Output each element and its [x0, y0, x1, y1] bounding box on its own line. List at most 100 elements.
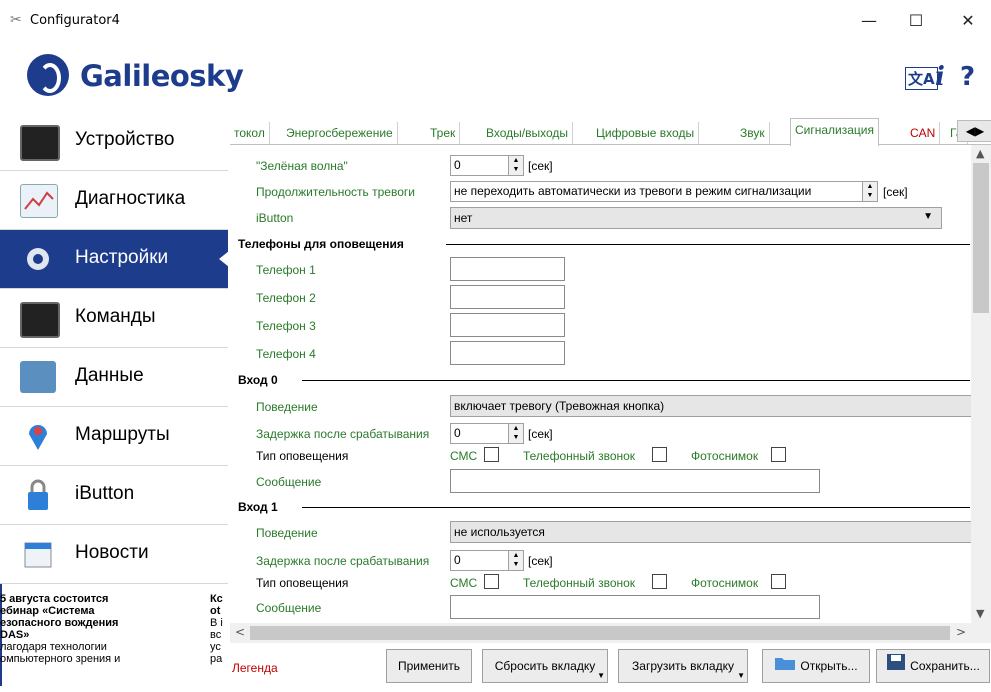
load-tab-button[interactable]: Загрузить вкладку ▼ [618, 649, 748, 683]
tab-protocol[interactable]: токол [230, 122, 270, 144]
tab-power-saving[interactable]: Энергосбережение [282, 122, 398, 144]
sidebar-item-label: Команды [75, 306, 156, 327]
tab-track[interactable]: Трек [426, 122, 461, 144]
window-title: Configurator4 [30, 13, 120, 28]
scroll-left-icon[interactable]: < [235, 625, 245, 639]
input-0-sms-checkbox[interactable] [484, 447, 499, 462]
news-text: вс [210, 629, 222, 641]
news-text: омпьютерного зрения и [0, 653, 121, 665]
app-header: Galileosky 文A i ? [0, 42, 991, 112]
phone-4-label: Телефон 4 [256, 347, 316, 361]
tab-digital-inputs[interactable]: Цифровые входы [592, 122, 700, 144]
sidebar-item-device[interactable]: Устройство [0, 112, 228, 171]
ibutton-label: iButton [256, 211, 294, 225]
tab-can[interactable]: CAN [906, 122, 941, 144]
tab-inputs-outputs[interactable]: Входы/выходы [482, 122, 574, 144]
scroll-thumb[interactable] [250, 626, 950, 640]
sidebar-item-commands[interactable]: Команды [0, 289, 228, 348]
scroll-thumb[interactable] [973, 163, 989, 313]
spinner-arrows-icon[interactable]: ▲ ▼ [862, 182, 877, 201]
save-button-label: Сохранить... [910, 659, 980, 673]
calendar-icon [20, 538, 56, 570]
legend-link[interactable]: Легенда [232, 661, 278, 675]
horizontal-scrollbar[interactable]: < > [230, 623, 971, 643]
select-value: включает тревогу (Тревожная кнопка) [454, 399, 665, 413]
spinner-arrows-icon[interactable]: ▲ ▼ [508, 156, 523, 175]
green-wave-spinner[interactable]: 0 ▲ ▼ [450, 155, 524, 176]
input-0-delay-spinner[interactable]: 0 ▲ ▼ [450, 423, 524, 444]
tab-scroll-arrows[interactable]: ◀▶ [957, 120, 991, 142]
news-item[interactable]: 5 августа состоится ебинар «Система езоп… [0, 593, 205, 665]
news-text: DAS» [0, 629, 30, 641]
sidebar-item-label: Настройки [75, 247, 169, 268]
input-0-message-input[interactable] [450, 469, 820, 493]
phone-3-input[interactable] [450, 313, 565, 337]
message-label: Сообщение [256, 475, 322, 489]
apply-button[interactable]: Применить [386, 649, 472, 683]
tab-signaling[interactable]: Сигнализация [790, 118, 880, 146]
message-label: Сообщение [256, 601, 322, 615]
input-0-behavior-select[interactable]: включает тревогу (Тревожная кнопка) [450, 395, 971, 417]
phone-2-label: Телефон 2 [256, 291, 316, 305]
reset-tab-button[interactable]: Сбросить вкладку ▼ [482, 649, 608, 683]
info-icon[interactable]: i [935, 62, 945, 92]
section-divider [302, 507, 970, 508]
phone-4-input[interactable] [450, 341, 565, 365]
sidebar-item-label: Маршруты [75, 424, 170, 445]
spinner-arrows-icon[interactable]: ▲ ▼ [508, 424, 523, 443]
spinner-value: 0 [454, 426, 461, 440]
tab-sound[interactable]: Звук [736, 122, 770, 144]
sidebar-item-label: Диагностика [75, 188, 186, 209]
news-item[interactable]: Кс ot В i вс ус ра [210, 593, 228, 665]
input-1-message-input[interactable] [450, 595, 820, 619]
maximize-button[interactable]: ☐ [896, 8, 936, 34]
green-wave-label: "Зелёная волна" [256, 159, 348, 173]
sidebar-item-data[interactable]: Данные [0, 348, 228, 407]
translate-icon[interactable]: 文A [905, 67, 938, 90]
dropdown-arrow-icon: ▼ [597, 671, 605, 680]
diagnostics-icon [20, 184, 58, 218]
scroll-right-icon[interactable]: > [956, 625, 966, 639]
minimize-button[interactable]: — [849, 8, 889, 34]
behavior-label: Поведение [256, 400, 318, 414]
input-1-call-checkbox[interactable] [652, 574, 667, 589]
input-1-delay-spinner[interactable]: 0 ▲ ▼ [450, 550, 524, 571]
bottom-toolbar: Легенда Применить Сбросить вкладку ▼ Загр… [230, 643, 991, 686]
sidebar-item-label: iButton [75, 483, 135, 504]
close-button[interactable]: ✕ [948, 8, 988, 34]
delay-label: Задержка после срабатывания [256, 427, 430, 441]
help-icon[interactable]: ? [960, 62, 975, 92]
reset-tab-button-label: Сбросить вкладку [494, 659, 596, 673]
input-1-sms-checkbox[interactable] [484, 574, 499, 589]
scroll-down-icon[interactable]: ▼ [976, 607, 984, 620]
scroll-up-icon[interactable]: ▲ [976, 147, 984, 160]
input-1-section-title: Вход 1 [238, 500, 278, 514]
sms-label: СМС [450, 449, 478, 463]
vertical-scrollbar[interactable]: ▲ ▼ [971, 145, 991, 623]
sidebar-item-routes[interactable]: Маршруты [0, 407, 228, 466]
unit-label: [сек] [528, 427, 553, 441]
sidebar-item-diagnostics[interactable]: Диагностика [0, 171, 228, 230]
sidebar-item-label: Данные [75, 365, 144, 386]
input-1-behavior-select[interactable]: не используется [450, 521, 971, 543]
ibutton-select[interactable]: нет ▼ [450, 207, 942, 229]
input-0-photo-checkbox[interactable] [771, 447, 786, 462]
save-button[interactable]: Сохранить... [876, 649, 990, 683]
input-0-call-checkbox[interactable] [652, 447, 667, 462]
spinner-arrows-icon[interactable]: ▲ ▼ [508, 551, 523, 570]
dropdown-arrow-icon: ▼ [737, 671, 745, 680]
news-panel[interactable]: 5 августа состоится ебинар «Система езоп… [0, 593, 228, 686]
sidebar-item-news[interactable]: Новости [0, 525, 228, 584]
sidebar-item-ibutton[interactable]: iButton [0, 466, 228, 525]
phone-2-input[interactable] [450, 285, 565, 309]
open-button[interactable]: Открыть... [762, 649, 870, 683]
title-bar: ✂ Configurator4 — ☐ ✕ [0, 0, 991, 42]
phones-section-title: Телефоны для оповещения [238, 237, 404, 251]
alarm-duration-spinner[interactable]: не переходить автоматически из тревоги в… [450, 181, 878, 202]
phone-1-input[interactable] [450, 257, 565, 281]
unit-label: [сек] [528, 554, 553, 568]
input-1-photo-checkbox[interactable] [771, 574, 786, 589]
chevron-down-icon: ▼ [923, 211, 933, 222]
sidebar-item-settings[interactable]: Настройки [0, 230, 229, 289]
settings-form: "Зелёная волна" 0 ▲ ▼ [сек] Продолжительн… [230, 145, 971, 623]
